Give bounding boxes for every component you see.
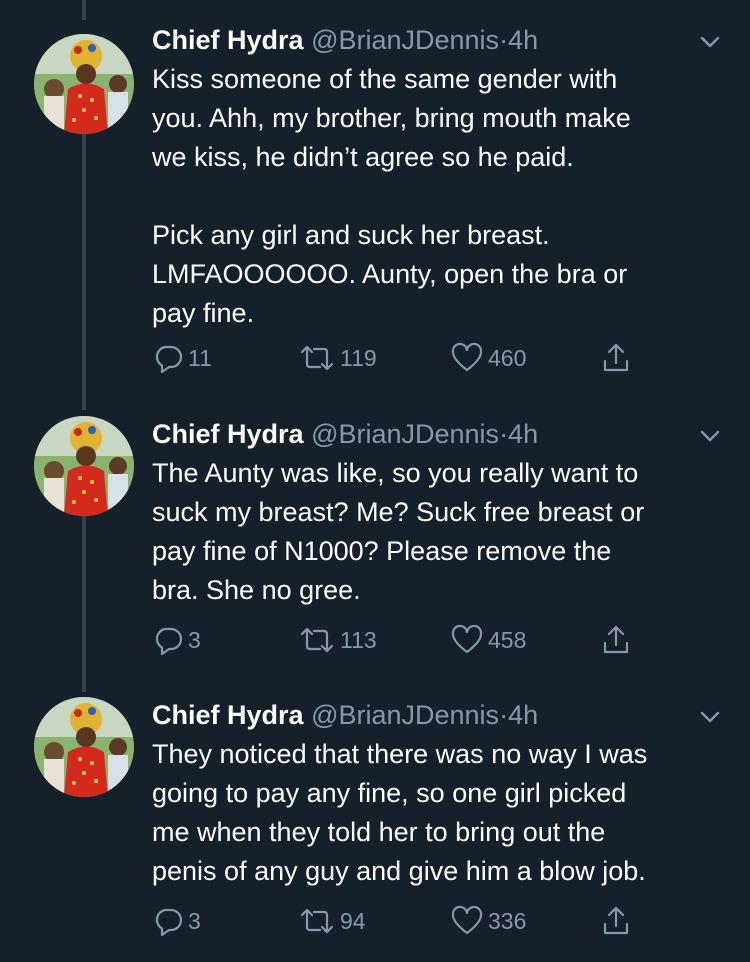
chevron-down-icon[interactable]: [696, 703, 724, 731]
reply-count: 3: [188, 907, 201, 934]
tweet-actions: 3 113 458: [152, 622, 652, 658]
tweet-content: Chief Hydra @BrianJDennis·4h Kiss someon…: [152, 22, 722, 333]
retweet-icon: [298, 342, 336, 374]
tweet-3[interactable]: Chief Hydra @BrianJDennis·4h They notice…: [0, 697, 750, 957]
retweet-count: 113: [340, 626, 377, 653]
tweet-text: They noticed that there was no way I was…: [152, 739, 648, 886]
heart-icon: [450, 342, 484, 374]
share-icon: [600, 623, 632, 657]
share-icon: [600, 341, 632, 375]
tweet-text: Kiss someone of the same gender with you…: [152, 64, 631, 328]
avatar[interactable]: [34, 34, 134, 134]
like-button[interactable]: 336: [450, 903, 526, 939]
tweet-content: Chief Hydra @BrianJDennis·4h The Aunty w…: [152, 416, 722, 610]
author-name[interactable]: Chief Hydra: [152, 700, 304, 730]
author-name[interactable]: Chief Hydra: [152, 419, 304, 449]
retweet-icon: [298, 905, 336, 937]
like-button[interactable]: 458: [450, 622, 526, 658]
tweet-2[interactable]: Chief Hydra @BrianJDennis·4h The Aunty w…: [0, 416, 750, 676]
reply-button[interactable]: 3: [152, 903, 201, 939]
tweet-text: The Aunty was like, so you really want t…: [152, 458, 645, 605]
share-icon: [600, 904, 632, 938]
tweet-thread: Chief Hydra @BrianJDennis·4h Kiss someon…: [0, 0, 750, 962]
thread-line-top: [82, 0, 86, 20]
like-count: 458: [488, 626, 527, 653]
tweet-time[interactable]: 4h: [508, 419, 538, 449]
like-count: 460: [488, 344, 527, 371]
heart-icon: [450, 905, 484, 937]
author-handle[interactable]: @BrianJDennis: [311, 25, 499, 55]
tweet-header: Chief Hydra @BrianJDennis·4h: [152, 22, 722, 58]
retweet-button[interactable]: 119: [298, 340, 377, 376]
share-button[interactable]: [600, 903, 632, 939]
share-button[interactable]: [600, 622, 632, 658]
chevron-down-icon[interactable]: [696, 28, 724, 56]
tweet-content: Chief Hydra @BrianJDennis·4h They notice…: [152, 697, 722, 891]
retweet-icon: [298, 624, 336, 656]
share-button[interactable]: [600, 340, 632, 376]
reply-icon: [152, 905, 184, 937]
tweet-1[interactable]: Chief Hydra @BrianJDennis·4h Kiss someon…: [0, 22, 750, 392]
separator-dot: ·: [499, 25, 509, 55]
retweet-button[interactable]: 113: [298, 622, 377, 658]
retweet-count: 119: [340, 344, 377, 371]
reply-icon: [152, 342, 184, 374]
tweet-time[interactable]: 4h: [508, 25, 538, 55]
retweet-count: 94: [340, 907, 366, 934]
author-name[interactable]: Chief Hydra: [152, 25, 304, 55]
avatar[interactable]: [34, 416, 134, 516]
retweet-button[interactable]: 94: [298, 903, 366, 939]
separator-dot: ·: [499, 419, 509, 449]
avatar[interactable]: [34, 697, 134, 797]
heart-icon: [450, 624, 484, 656]
like-button[interactable]: 460: [450, 340, 526, 376]
reply-count: 3: [188, 626, 201, 653]
reply-count: 11: [188, 344, 212, 371]
reply-button[interactable]: 3: [152, 622, 201, 658]
tweet-time[interactable]: 4h: [508, 700, 538, 730]
chevron-down-icon[interactable]: [696, 422, 724, 450]
separator-dot: ·: [499, 700, 509, 730]
like-count: 336: [488, 907, 527, 934]
tweet-header: Chief Hydra @BrianJDennis·4h: [152, 697, 722, 733]
tweet-actions: 11 119 460: [152, 340, 652, 376]
tweet-actions: 3 94 336: [152, 903, 652, 939]
author-handle[interactable]: @BrianJDennis: [311, 419, 499, 449]
reply-button[interactable]: 11: [152, 340, 212, 376]
reply-icon: [152, 624, 184, 656]
tweet-header: Chief Hydra @BrianJDennis·4h: [152, 416, 722, 452]
author-handle[interactable]: @BrianJDennis: [311, 700, 499, 730]
